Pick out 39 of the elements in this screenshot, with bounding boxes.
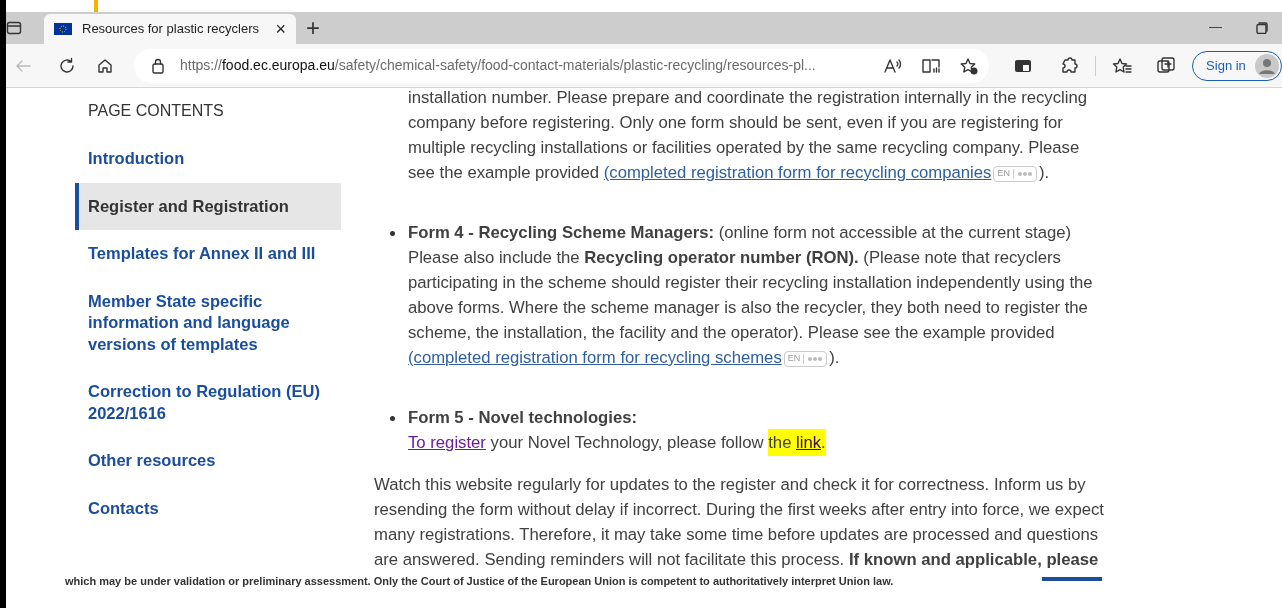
list-item-text: Form 5 - Novel technologies: To register your Novel Technology, please follow the link. (408, 405, 1100, 455)
paragraph: installation number. Please prepare and coordinate the registration internally in the recycling company before registering. Only one form should be sent, even if you are registering for multiple recycling installations or facilities operated by the same recycling company. Please see the example provided (completed registration form for recycling companies EN ). (408, 88, 1089, 184)
lock-icon[interactable] (151, 57, 164, 74)
url-text: https://food.ec.europa.eu/safety/chemical-safety/food-contact-materials/plastic-recycling/resources-pl... (179, 56, 816, 75)
link[interactable]: (completed registration form for recycling schemes (408, 348, 782, 367)
sidebar-item[interactable]: Introduction (75, 135, 341, 183)
sidebar-item[interactable]: Correction to Regulation (EU) 2022/1616 (75, 368, 341, 437)
minimize-button[interactable]: — (1209, 16, 1222, 36)
link[interactable]: To register (408, 433, 486, 452)
read-aloud-icon[interactable] (883, 56, 904, 75)
refresh-icon[interactable] (58, 56, 76, 75)
sidebar-item[interactable]: Other resources (75, 437, 341, 485)
close-tab-button[interactable]: × (275, 20, 286, 38)
sidebar-item[interactable]: Templates for Annex II and III (75, 230, 341, 278)
address-bar[interactable]: https://food.ec.europa.eu/safety/chemical-safety/food-contact-materials/plastic-recycling/resources-pl... (133, 48, 990, 83)
restore-icon[interactable] (1256, 22, 1268, 34)
puzzle-icon[interactable] (1059, 55, 1080, 76)
favorite-add-icon[interactable] (959, 56, 980, 75)
new-tab-button[interactable]: + (306, 16, 320, 40)
sidebar-heading: PAGE CONTENTS (87, 101, 225, 121)
list-item-text: Form 4 - Recycling Scheme Managers: (online form not accessible at the current stage) Please also include the Recycling operator number (RON). (Please note that recyclers participating in the scheme should register their recycling installation independently using the above forms. Where the scheme manager is also the recycler, they both need to register the scheme, the installation, the facility and the operator). Please see the example provided (completed registration form for recycling schemes EN ). (408, 222, 1094, 369)
link[interactable]: (completed registration form for recycling companies (603, 163, 992, 182)
sidebar-item[interactable]: Member State specific information and language versions of templates (75, 277, 341, 368)
highlighted-text: the (768, 429, 797, 456)
disclaimer-text: which may be under validation or preliminary assessment. Only the Court of Justice of the European Union is competent to authoritatively interpret Union law. (65, 574, 894, 589)
home-icon[interactable] (95, 56, 114, 75)
avatar-icon[interactable] (1255, 53, 1279, 78)
sidebar-item[interactable]: Register and Registration (75, 182, 341, 230)
browser-tab[interactable]: Resources for plastic recyclers × (44, 14, 296, 44)
highlighted-text: . (821, 429, 826, 456)
bullet-icon (390, 231, 395, 236)
reader-view-icon[interactable] (921, 56, 942, 75)
tab-actions-icon[interactable] (6, 20, 22, 36)
tab-title: Resources for plastic recyclers (82, 20, 260, 39)
sidebar-item[interactable]: Contacts (75, 484, 341, 532)
paragraph: Watch this website regularly for updates to the register and check it for correctness. Inform us by resending the form without delay if incorrect. During the first weeks after entry into force, we expect many registrations. Therefore, it may take some time before updates are processed and questions are answered. Sending reminders will not facilitate this process. If known and applicable, please (374, 474, 1105, 571)
bullet-icon (390, 416, 395, 421)
favorites-icon[interactable] (1112, 56, 1133, 75)
collections-icon[interactable] (1156, 55, 1177, 76)
